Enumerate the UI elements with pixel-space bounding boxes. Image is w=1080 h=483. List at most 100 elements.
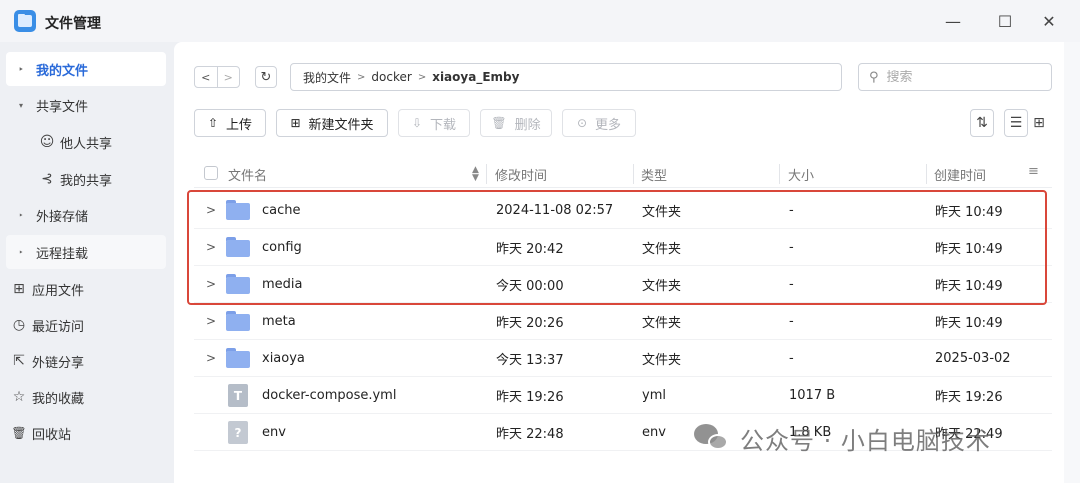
sidebar-item-label: 最近访问: [32, 319, 85, 335]
column-divider[interactable]: [926, 164, 927, 184]
sidebar-item-label: 我的文件: [36, 63, 89, 79]
column-divider[interactable]: [779, 164, 780, 184]
sidebar-item-app-files[interactable]: ⊞ 应用文件: [6, 272, 166, 306]
breadcrumb-item[interactable]: 我的文件: [303, 69, 351, 86]
column-header-name[interactable]: 文件名: [228, 164, 267, 184]
download-button[interactable]: ⇩ 下载: [398, 109, 470, 137]
list-view-button[interactable]: ☰: [1004, 109, 1028, 137]
sidebar-item-recycle-bin[interactable]: 🗑 回收站: [6, 416, 166, 450]
new-folder-button[interactable]: ⊞ 新建文件夹: [276, 109, 388, 137]
file-name[interactable]: docker-compose.yml: [262, 377, 396, 413]
delete-button[interactable]: 🗑 删除: [480, 109, 552, 137]
search-icon: ⚲: [869, 69, 879, 85]
sidebar-item-remote-mount[interactable]: ‣ 远程挂载: [6, 235, 166, 269]
table-row[interactable]: T docker-compose.yml 昨天 19:26 yml 1017 B…: [194, 377, 1052, 414]
sidebar-item-shared-with-me[interactable]: ☺ 他人共享: [6, 125, 166, 159]
file-size: -: [789, 350, 794, 366]
expand-arrow-icon[interactable]: ‣: [6, 65, 36, 74]
sidebar: ‣ 我的文件 ▾ 共享文件 ☺ 他人共享 ⊰ 我的共享 ‣ 外接存储 ‣ 远程挂…: [0, 42, 174, 483]
table-row[interactable]: > xiaoya 今天 13:37 文件夹 - 2025-03-02: [194, 340, 1052, 377]
sidebar-item-label: 外接存储: [36, 209, 89, 225]
back-button[interactable]: <: [195, 67, 217, 87]
expand-chevron-icon[interactable]: >: [206, 340, 216, 376]
file-name[interactable]: meta: [262, 303, 296, 339]
refresh-button[interactable]: ↻: [255, 66, 277, 88]
search-box[interactable]: ⚲: [858, 63, 1052, 91]
collapse-arrow-icon[interactable]: ▾: [6, 101, 36, 110]
sidebar-item-label: 外链分享: [32, 355, 85, 371]
file-type: env: [642, 424, 666, 440]
file-modified: 昨天 20:26: [496, 315, 564, 331]
table-row[interactable]: > meta 昨天 20:26 文件夹 - 昨天 10:49: [194, 303, 1052, 340]
more-button[interactable]: ⊙ 更多: [562, 109, 636, 137]
chevron-right-icon: >: [417, 71, 427, 83]
clock-icon: ◷: [12, 317, 26, 333]
file-modified: 昨天 22:48: [496, 426, 564, 442]
file-modified: 昨天 19:26: [496, 389, 564, 405]
folder-icon: [226, 348, 250, 368]
upload-label: 上传: [226, 117, 253, 133]
file-size: 1017 B: [789, 387, 836, 403]
upload-button[interactable]: ⇧ 上传: [194, 109, 266, 137]
watermark-text: 公众号 · 小白电脑技术: [740, 426, 991, 455]
trash-icon: 🗑: [11, 426, 27, 440]
text-file-icon: T: [228, 384, 248, 407]
breadcrumb[interactable]: 我的文件 > docker > xiaoya_Emby: [290, 63, 842, 91]
sidebar-item-favorites[interactable]: ☆ 我的收藏: [6, 380, 166, 414]
breadcrumb-current[interactable]: xiaoya_Emby: [432, 70, 519, 84]
download-icon: ⇩: [411, 116, 423, 130]
grid-view-icon: ⊞: [1033, 115, 1045, 131]
expand-arrow-icon[interactable]: ‣: [6, 211, 36, 220]
select-all-checkbox[interactable]: [204, 166, 218, 180]
file-type: yml: [642, 387, 666, 403]
history-nav: < >: [194, 66, 240, 88]
column-header-size[interactable]: 大小: [788, 164, 814, 184]
delete-label: 删除: [514, 117, 541, 133]
table-header: 文件名 ▲ ▼ 修改时间 类型 大小 创建时间 ≡: [194, 160, 1052, 188]
sidebar-item-shared-files[interactable]: ▾ 共享文件: [6, 88, 166, 122]
file-manager-app-icon: [14, 10, 36, 32]
search-input[interactable]: [886, 69, 1027, 85]
window-edge: [1064, 42, 1080, 483]
column-header-type[interactable]: 类型: [641, 164, 667, 184]
file-name[interactable]: xiaoya: [262, 340, 305, 376]
people-icon: ☺: [39, 134, 55, 150]
column-header-modified[interactable]: 修改时间: [495, 164, 547, 184]
sidebar-item-external-storage[interactable]: ‣ 外接存储: [6, 198, 166, 232]
sidebar-item-label: 共享文件: [36, 99, 89, 115]
column-divider[interactable]: [486, 164, 487, 184]
maximize-button[interactable]: ☐: [993, 9, 1017, 33]
watermark: 公众号 · 小白电脑技术: [692, 418, 991, 458]
grid-view-button[interactable]: ⊞: [1027, 109, 1051, 137]
sort-order-button[interactable]: ⇅: [970, 109, 994, 137]
file-type: 文件夹: [642, 315, 682, 331]
more-label: 更多: [595, 117, 622, 133]
minimize-button[interactable]: —: [941, 9, 965, 33]
column-divider[interactable]: [633, 164, 634, 184]
sidebar-item-recent[interactable]: ◷ 最近访问: [6, 308, 166, 342]
forward-button[interactable]: >: [216, 67, 240, 87]
breadcrumb-item[interactable]: docker: [371, 70, 411, 84]
file-created: 昨天 10:49: [935, 315, 1003, 331]
expand-arrow-icon[interactable]: ‣: [6, 248, 36, 257]
sidebar-item-external-share[interactable]: ⇱ 外链分享: [6, 344, 166, 378]
sidebar-item-my-shares[interactable]: ⊰ 我的共享: [6, 162, 166, 196]
new-folder-label: 新建文件夹: [308, 117, 374, 133]
unknown-file-icon: ?: [228, 421, 248, 444]
sidebar-item-label: 他人共享: [60, 136, 113, 152]
download-label: 下载: [430, 117, 457, 133]
share-icon: ⊰: [41, 171, 53, 187]
column-settings-icon[interactable]: ≡: [1028, 164, 1039, 179]
file-name[interactable]: env: [262, 414, 286, 450]
sidebar-item-my-files[interactable]: ‣ 我的文件: [6, 52, 166, 86]
folder-icon: [226, 311, 250, 331]
sort-arrows-icon[interactable]: ▲ ▼: [472, 166, 479, 183]
highlight-annotation-box: [187, 190, 1047, 305]
list-view-icon: ☰: [1009, 115, 1023, 131]
column-header-created[interactable]: 创建时间: [934, 164, 986, 184]
file-size: -: [789, 313, 794, 329]
expand-chevron-icon[interactable]: >: [206, 303, 216, 339]
close-button[interactable]: ✕: [1037, 9, 1061, 33]
file-modified: 今天 13:37: [496, 352, 564, 368]
apps-icon: ⊞: [13, 281, 25, 297]
